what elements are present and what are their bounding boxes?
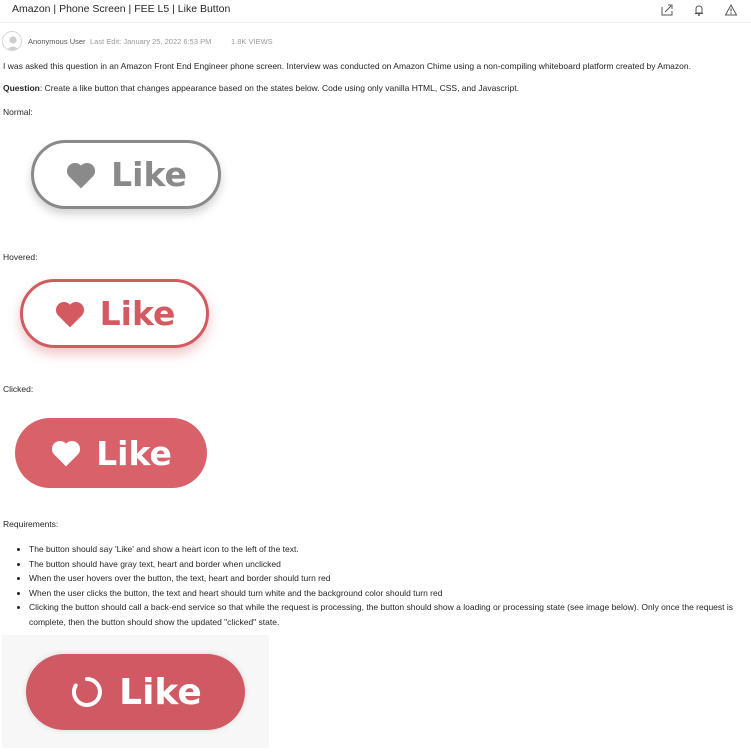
list-item: The button should have gray text, heart …: [29, 557, 751, 572]
post-title: Amazon | Phone Screen | FEE L5 | Like Bu…: [12, 3, 231, 15]
view-count: 1.8K VIEWS: [231, 37, 273, 46]
like-button-label: Like: [96, 433, 172, 473]
heart-icon: [55, 301, 84, 327]
list-item: The button should say 'Like' and show a …: [29, 542, 751, 557]
list-item: When the user hovers over the button, th…: [29, 571, 751, 586]
post-header: Amazon | Phone Screen | FEE L5 | Like Bu…: [0, 0, 751, 23]
author-name[interactable]: Anonymous User: [28, 37, 86, 46]
spinner-icon: [72, 677, 103, 707]
list-item: When the user clicks the button, the tex…: [29, 586, 751, 601]
like-button-label: Like: [99, 294, 176, 333]
intro-paragraph: I was asked this question in an Amazon F…: [3, 61, 691, 71]
avatar[interactable]: [2, 31, 22, 51]
normal-label: Normal:: [3, 107, 33, 117]
heart-icon: [67, 162, 96, 188]
like-button-normal[interactable]: Like: [31, 140, 221, 209]
like-button-label: Like: [111, 155, 187, 194]
bell-icon[interactable]: [692, 3, 706, 17]
last-edit: Last Edit: January 25, 2022 6:53 PM: [90, 37, 212, 46]
requirements-label: Requirements:: [3, 519, 59, 529]
question-label: Question: [3, 83, 40, 93]
share-icon[interactable]: [660, 3, 674, 17]
like-button-hovered[interactable]: Like: [20, 279, 209, 348]
like-button-loading[interactable]: Like: [26, 654, 245, 730]
report-icon[interactable]: [724, 3, 738, 17]
heart-icon: [52, 440, 81, 467]
clicked-label: Clicked:: [3, 384, 34, 394]
question-text: : Create a like button that changes appe…: [39, 83, 519, 93]
question-paragraph: Question: Create a like button that chan…: [3, 83, 519, 93]
like-button-label: Like: [119, 671, 202, 713]
like-button-clicked[interactable]: Like: [15, 418, 207, 488]
requirements-list: The button should say 'Like' and show a …: [13, 542, 751, 629]
hovered-label: Hovered:: [3, 252, 38, 262]
list-item: Clicking the button should call a back-e…: [29, 600, 751, 629]
